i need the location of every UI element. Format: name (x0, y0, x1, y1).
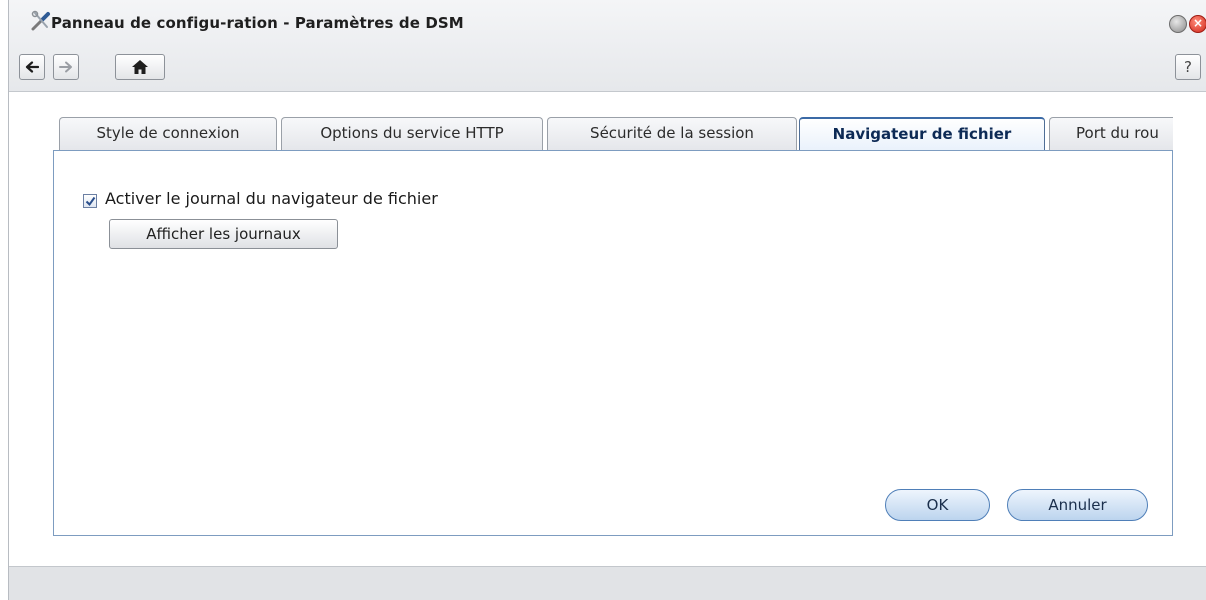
checkmark-icon (85, 196, 96, 207)
cancel-button[interactable]: Annuler (1007, 489, 1148, 521)
help-button[interactable]: ? (1175, 54, 1201, 80)
tab-bar: Style de connexion Options du service HT… (53, 117, 1173, 151)
dsm-window: Panneau de configu-ration - Paramètres d… (8, 0, 1206, 600)
close-icon[interactable]: × (1189, 15, 1206, 33)
tab-port-routeur[interactable]: Port du rou (1049, 117, 1173, 151)
status-bar (9, 566, 1206, 600)
home-button[interactable] (115, 54, 165, 80)
back-button[interactable] (19, 54, 45, 80)
ok-button[interactable]: OK (885, 489, 990, 521)
arrow-left-icon (25, 61, 39, 73)
home-icon (132, 60, 148, 74)
minimize-icon[interactable] (1169, 15, 1187, 33)
title-bar: Panneau de configu-ration - Paramètres d… (9, 0, 1206, 92)
tab-securite-session[interactable]: Sécurité de la session (547, 117, 797, 151)
tab-navigateur-fichier[interactable]: Navigateur de fichier (799, 117, 1045, 151)
arrow-right-icon (59, 61, 72, 73)
tools-icon (29, 9, 53, 33)
enable-log-label[interactable]: Activer le journal du navigateur de fich… (105, 189, 438, 208)
enable-log-checkbox[interactable] (83, 194, 97, 208)
forward-button[interactable] (53, 54, 79, 80)
tab-options-http[interactable]: Options du service HTTP (281, 117, 543, 151)
tab-panel: Activer le journal du navigateur de fich… (53, 150, 1173, 536)
view-logs-button[interactable]: Afficher les journaux (109, 219, 338, 249)
window-title: Panneau de configu-ration - Paramètres d… (51, 14, 464, 32)
tab-style-de-connexion[interactable]: Style de connexion (59, 117, 277, 151)
